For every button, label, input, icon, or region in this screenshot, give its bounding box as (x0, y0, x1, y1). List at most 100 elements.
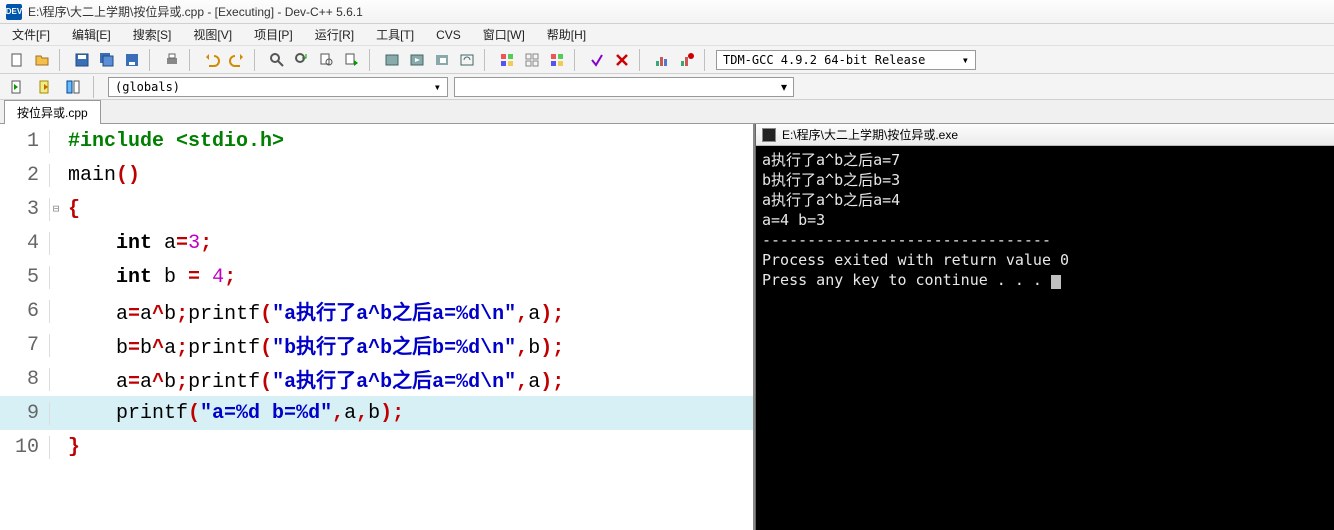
delete-profile-icon[interactable] (676, 49, 698, 71)
print-icon[interactable] (161, 49, 183, 71)
main-area: 1#include <stdio.h>2main()3⊟{4 int a=3;5… (0, 124, 1334, 530)
line-number: 1 (0, 130, 50, 153)
code-content: } (62, 436, 80, 459)
grid2-icon[interactable] (521, 49, 543, 71)
profile-icon[interactable] (651, 49, 673, 71)
console-line: -------------------------------- (762, 230, 1328, 250)
app-icon: DEV (6, 4, 22, 20)
code-content: printf("a=%d b=%d",a,b); (62, 402, 404, 425)
console-titlebar: E:\程序\大二上学期\按位异或.exe (756, 124, 1334, 146)
cursor-icon (1051, 275, 1061, 289)
code-line[interactable]: 2 main() (0, 158, 753, 192)
find-icon[interactable] (266, 49, 288, 71)
console-line: a执行了a^b之后a=7 (762, 150, 1328, 170)
titlebar: DEV E:\程序\大二上学期\按位异或.cpp - [Executing] -… (0, 0, 1334, 24)
class-browser-icon[interactable] (62, 76, 84, 98)
save-all-icon[interactable] (96, 49, 118, 71)
menu-tools[interactable]: 工具[T] (370, 24, 420, 45)
menu-run[interactable]: 运行[R] (309, 24, 360, 45)
fold-marker[interactable]: ⊟ (50, 202, 62, 216)
compiler-select[interactable]: TDM-GCC 4.9.2 64-bit Release (716, 50, 976, 70)
bookmark-back-icon[interactable] (6, 76, 28, 98)
save-icon[interactable] (71, 49, 93, 71)
console-line: b执行了a^b之后b=3 (762, 170, 1328, 190)
code-content: b=b^a;printf("b执行了a^b之后b=%d\n",b); (62, 330, 564, 360)
separator (369, 49, 375, 71)
redo-icon[interactable] (226, 49, 248, 71)
code-line[interactable]: 10} (0, 430, 753, 464)
bookmark-fwd-icon[interactable] (34, 76, 56, 98)
replace-icon[interactable] (291, 49, 313, 71)
code-content: a=a^b;printf("a执行了a^b之后a=%d\n",a); (62, 364, 564, 394)
console-line: a执行了a^b之后a=4 (762, 190, 1328, 210)
line-number: 10 (0, 436, 50, 459)
code-content: main() (62, 164, 140, 187)
code-line[interactable]: 7 b=b^a;printf("b执行了a^b之后b=%d\n",b); (0, 328, 753, 362)
separator (254, 49, 260, 71)
window-title: E:\程序\大二上学期\按位异或.cpp - [Executing] - Dev… (28, 3, 363, 20)
line-number: 4 (0, 232, 50, 255)
new-file-icon[interactable] (6, 49, 28, 71)
grid3-icon[interactable] (546, 49, 568, 71)
save-as-icon[interactable] (121, 49, 143, 71)
menu-search[interactable]: 搜索[S] (127, 24, 178, 45)
console-output[interactable]: a执行了a^b之后a=7b执行了a^b之后b=3a执行了a^b之后a=4a=4 … (756, 146, 1334, 530)
separator (704, 49, 710, 71)
undo-icon[interactable] (201, 49, 223, 71)
separator (484, 49, 490, 71)
goto-icon[interactable] (341, 49, 363, 71)
find-in-files-icon[interactable] (316, 49, 338, 71)
file-tab[interactable]: 按位异或.cpp (4, 100, 101, 124)
separator (189, 49, 195, 71)
code-line[interactable]: 4 int a=3; (0, 226, 753, 260)
separator (639, 49, 645, 71)
code-content: int b = 4; (62, 266, 236, 289)
open-file-icon[interactable] (31, 49, 53, 71)
separator (59, 49, 65, 71)
tabbar: 按位异或.cpp (0, 100, 1334, 124)
separator (93, 76, 99, 98)
line-number: 2 (0, 164, 50, 187)
line-number: 6 (0, 300, 50, 323)
menu-view[interactable]: 视图[V] (187, 24, 238, 45)
code-line[interactable]: 1 #include <stdio.h> (0, 124, 753, 158)
menu-project[interactable]: 项目[P] (248, 24, 299, 45)
rebuild-icon[interactable] (456, 49, 478, 71)
code-line[interactable]: 3⊟{ (0, 192, 753, 226)
code-editor[interactable]: 1#include <stdio.h>2main()3⊟{4 int a=3;5… (0, 124, 755, 530)
menu-help[interactable]: 帮助[H] (541, 24, 592, 45)
toolbar: TDM-GCC 4.9.2 64-bit Release (0, 46, 1334, 74)
code-line[interactable]: 5 int b = 4; (0, 260, 753, 294)
stop-icon[interactable] (611, 49, 633, 71)
console-line: Press any key to continue . . . (762, 270, 1328, 290)
console-title-text: E:\程序\大二上学期\按位异或.exe (782, 126, 958, 143)
second-toolbar: (globals) (0, 74, 1334, 100)
console-line: a=4 b=3 (762, 210, 1328, 230)
menu-file[interactable]: 文件[F] (6, 24, 56, 45)
console-line: Process exited with return value 0 (762, 250, 1328, 270)
menu-cvs[interactable]: CVS (430, 26, 467, 44)
console-window: E:\程序\大二上学期\按位异或.exe a执行了a^b之后a=7b执行了a^b… (755, 124, 1334, 530)
grid1-icon[interactable] (496, 49, 518, 71)
code-line[interactable]: 8 a=a^b;printf("a执行了a^b之后a=%d\n",a); (0, 362, 753, 396)
menu-edit[interactable]: 编辑[E] (66, 24, 117, 45)
menubar: 文件[F] 编辑[E] 搜索[S] 视图[V] 项目[P] 运行[R] 工具[T… (0, 24, 1334, 46)
separator (574, 49, 580, 71)
code-line[interactable]: 6 a=a^b;printf("a执行了a^b之后a=%d\n",a); (0, 294, 753, 328)
code-content: { (62, 198, 80, 221)
menu-window[interactable]: 窗口[W] (477, 24, 531, 45)
line-number: 3 (0, 198, 50, 221)
code-line[interactable]: 9 printf("a=%d b=%d",a,b); (0, 396, 753, 430)
line-number: 9 (0, 402, 50, 425)
line-number: 8 (0, 368, 50, 391)
globals-select[interactable]: (globals) (108, 77, 448, 97)
symbol-select[interactable] (454, 77, 794, 97)
run-icon[interactable] (406, 49, 428, 71)
compile-icon[interactable] (381, 49, 403, 71)
code-content: a=a^b;printf("a执行了a^b之后a=%d\n",a); (62, 296, 564, 326)
line-number: 7 (0, 334, 50, 357)
debug-icon[interactable] (586, 49, 608, 71)
code-content: #include <stdio.h> (62, 130, 284, 153)
code-content: int a=3; (62, 232, 212, 255)
compile-run-icon[interactable] (431, 49, 453, 71)
